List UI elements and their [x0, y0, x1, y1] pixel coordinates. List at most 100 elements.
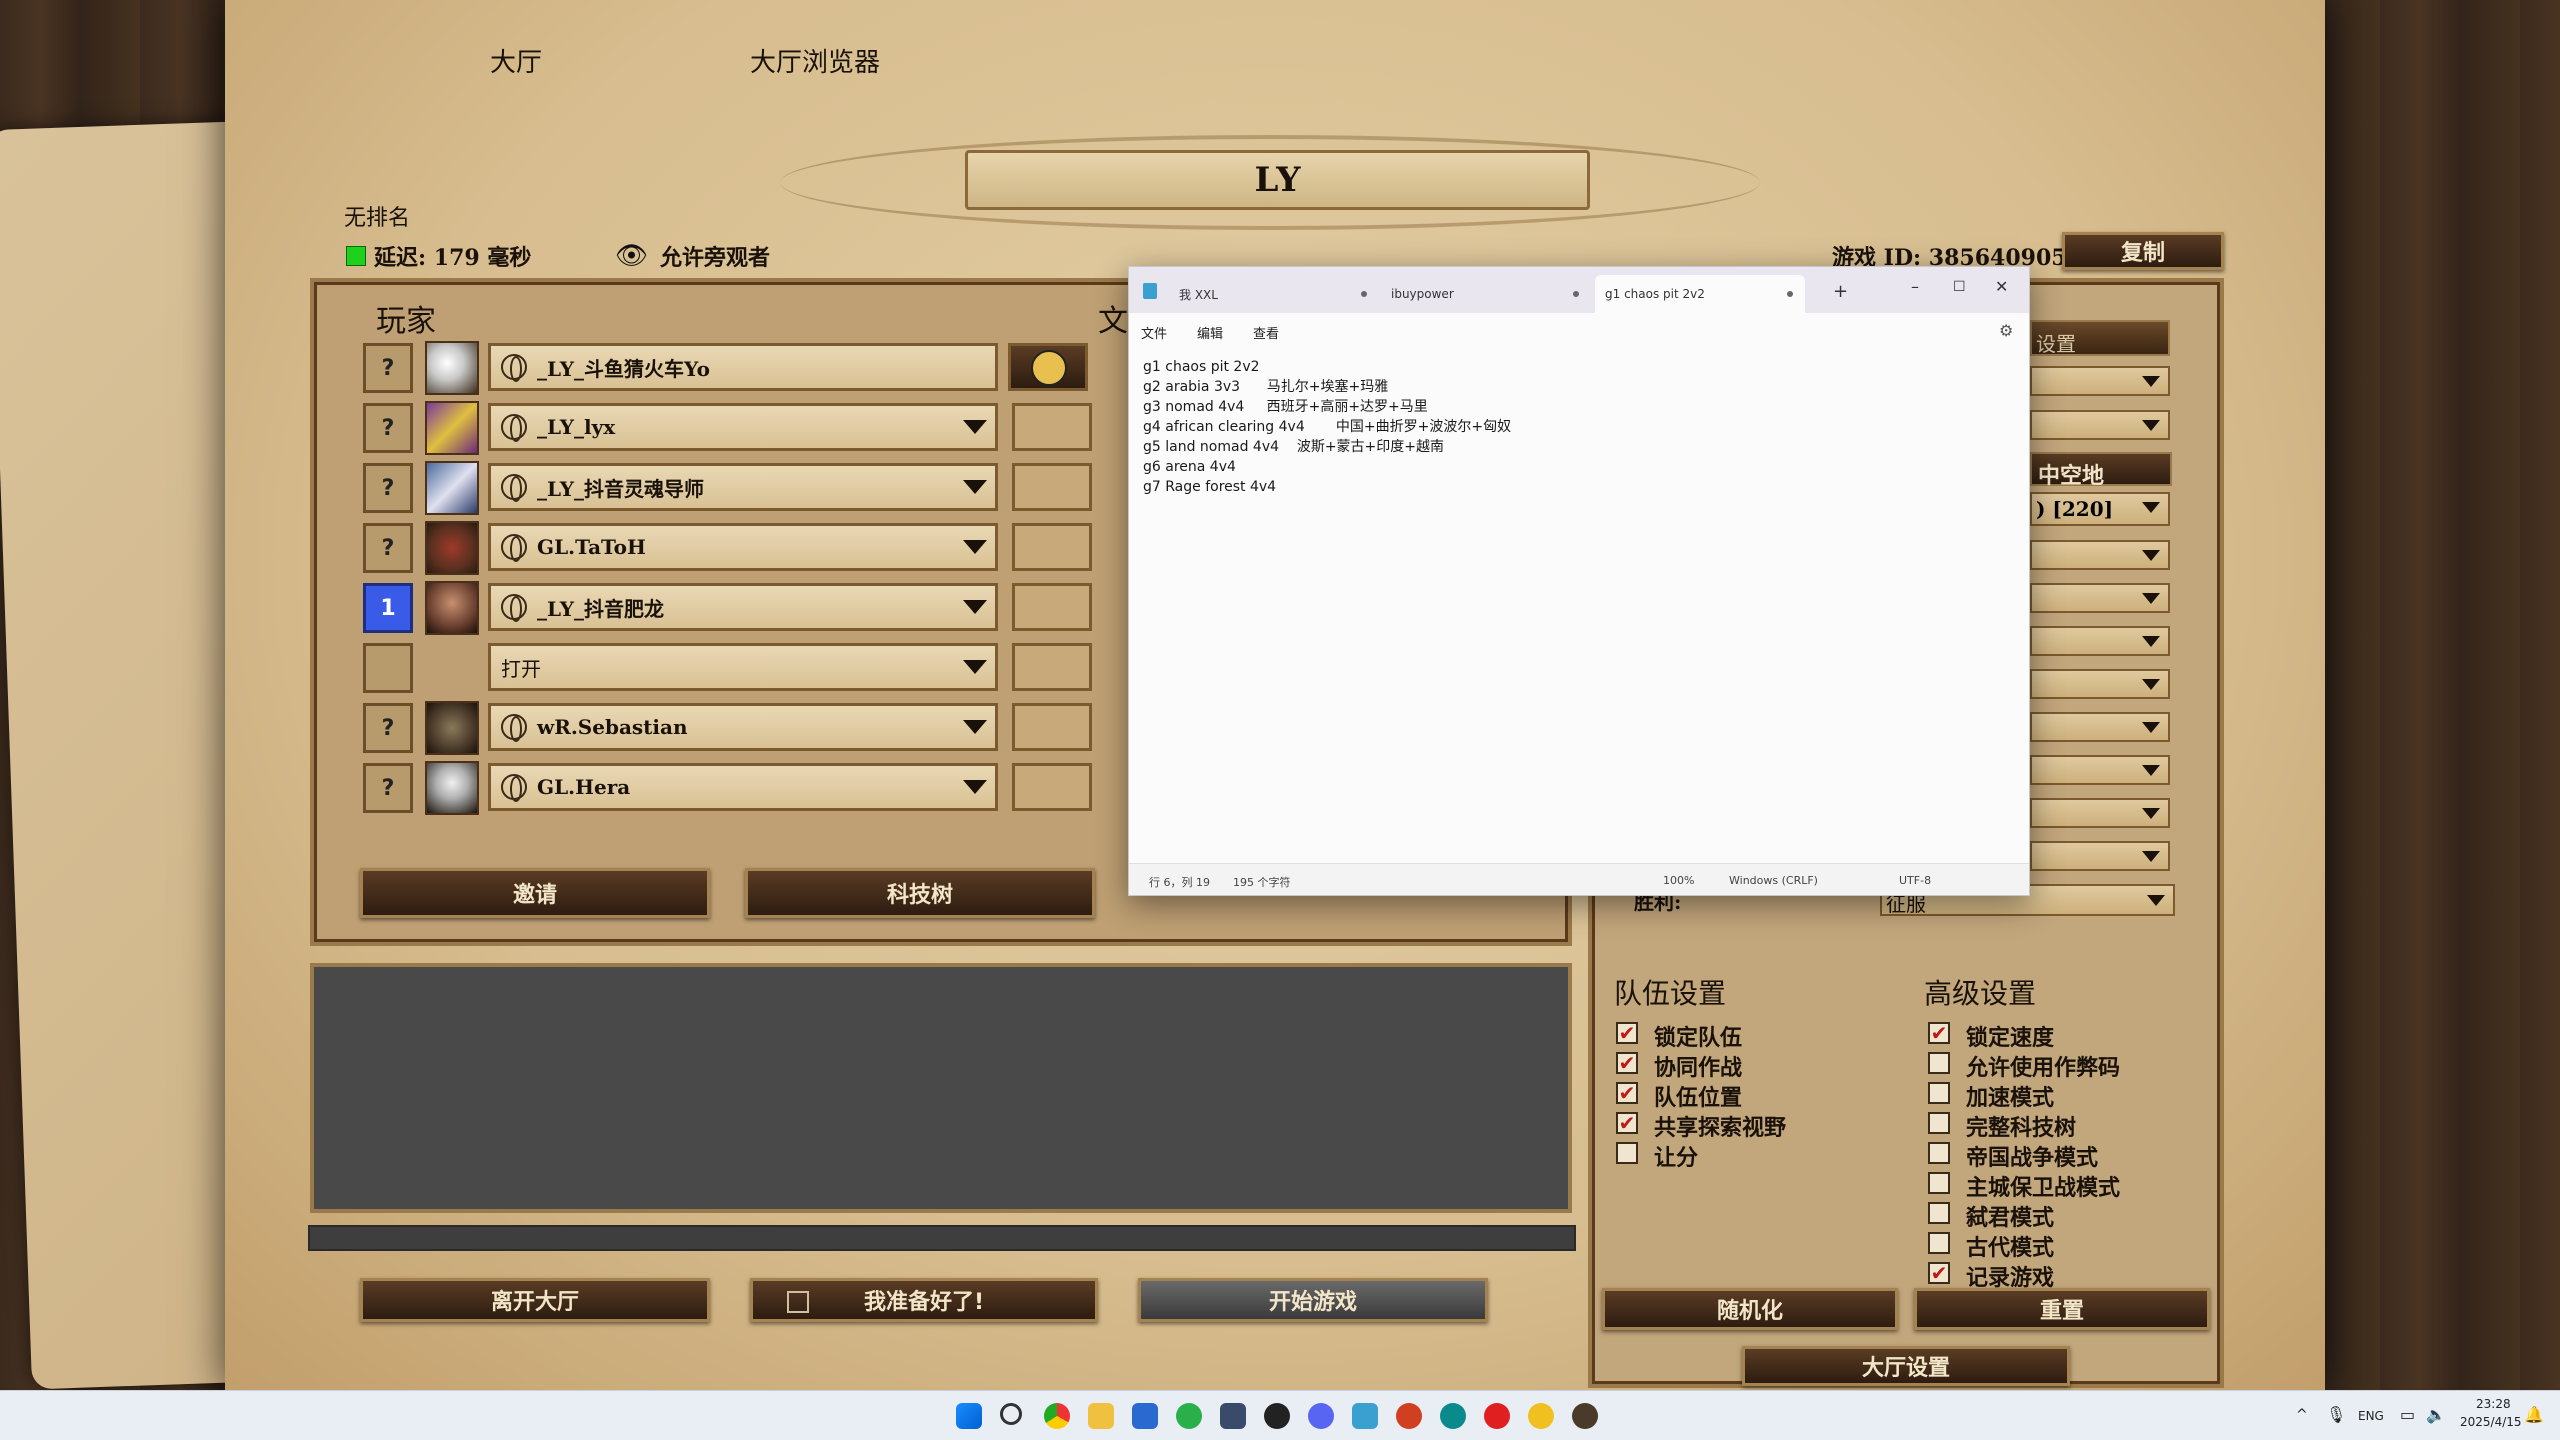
gear-icon[interactable]: ⚙ — [1999, 321, 2013, 340]
player-slot-3[interactable]: ? — [363, 463, 413, 513]
settings-dropdown-2[interactable] — [2030, 410, 2170, 440]
spectators-row[interactable]: 👁 允许旁观者 — [615, 240, 770, 272]
player-slot-7[interactable]: ? — [363, 703, 413, 753]
wechat-icon[interactable] — [1176, 1403, 1202, 1429]
volume-icon[interactable]: 🔈 — [2426, 1405, 2446, 1424]
settings-dropdown-10[interactable] — [2030, 841, 2170, 871]
player-civ-7[interactable] — [1012, 703, 1092, 751]
menu-edit[interactable]: 编辑 — [1197, 323, 1223, 342]
clock-date[interactable]: 2025/4/15 — [2460, 1415, 2522, 1429]
player-civ-3[interactable] — [1012, 463, 1092, 511]
checkbox-shared-exploration[interactable]: ✔ — [1616, 1112, 1638, 1134]
chevron-down-icon[interactable] — [963, 720, 987, 734]
reset-button[interactable]: 重置 — [1914, 1288, 2210, 1330]
player-civ-4[interactable] — [1012, 523, 1092, 571]
player-name-2[interactable]: _LY_lyx — [488, 403, 998, 451]
player-name-7[interactable]: wR.Sebastian — [488, 703, 998, 751]
checkbox-lock-teams[interactable]: ✔ — [1616, 1022, 1638, 1044]
chevron-down-icon[interactable] — [963, 480, 987, 494]
checkbox-antiquity[interactable] — [1928, 1232, 1950, 1254]
chevron-down-icon[interactable] — [963, 420, 987, 434]
checkbox-handicap[interactable] — [1616, 1142, 1638, 1164]
checkbox-lock-speed[interactable]: ✔ — [1928, 1022, 1950, 1044]
chevron-up-icon[interactable]: ^ — [2296, 1407, 2308, 1423]
file-explorer-icon[interactable] — [1088, 1403, 1114, 1429]
language-indicator[interactable]: ENG — [2358, 1409, 2384, 1423]
player-slot-2[interactable]: ? — [363, 403, 413, 453]
player-name-4[interactable]: GL.TaToH — [488, 523, 998, 571]
new-tab-icon[interactable]: + — [1833, 281, 1848, 302]
settings-dropdown-8[interactable] — [2030, 755, 2170, 785]
randomize-button[interactable]: 随机化 — [1602, 1288, 1898, 1330]
photos-icon[interactable] — [1132, 1403, 1158, 1429]
notepad-text-area[interactable]: g1 chaos pit 2v2 g2 arabia 3v3 马扎尔+埃塞+玛雅 g… — [1143, 357, 1511, 497]
search-icon[interactable] — [1000, 1403, 1022, 1425]
app-icon[interactable] — [1440, 1403, 1466, 1429]
chevron-down-icon[interactable] — [2142, 851, 2160, 862]
player-slot-1[interactable]: ? — [363, 343, 413, 393]
chevron-down-icon[interactable] — [2142, 550, 2160, 561]
maximize-icon[interactable]: ☐ — [1953, 279, 1966, 295]
microphone-icon[interactable]: 🎙 — [2326, 1405, 2346, 1424]
chrome-icon[interactable] — [1044, 1403, 1070, 1429]
settings-dropdown-1[interactable] — [2030, 366, 2170, 396]
chevron-down-icon[interactable] — [2142, 679, 2160, 690]
player-name-8[interactable]: GL.Hera — [488, 763, 998, 811]
checkbox-sudden-death[interactable] — [1928, 1172, 1950, 1194]
start-game-button[interactable]: 开始游戏 — [1138, 1278, 1488, 1322]
chevron-down-icon[interactable] — [2142, 765, 2160, 776]
notepad-icon[interactable] — [1352, 1403, 1378, 1429]
copy-button[interactable]: 复制 — [2062, 232, 2224, 270]
player-slot-8[interactable]: ? — [363, 763, 413, 813]
player-civ-1[interactable] — [1008, 343, 1088, 391]
player-name-3[interactable]: _LY_抖音灵魂导师 — [488, 463, 998, 511]
checkbox-team-together[interactable]: ✔ — [1616, 1052, 1638, 1074]
tab-lobby[interactable]: 大厅 — [490, 42, 542, 79]
chevron-down-icon[interactable] — [2142, 722, 2160, 733]
tab-lobby-browser[interactable]: 大厅浏览器 — [750, 42, 880, 79]
ready-button[interactable]: 我准备好了! — [750, 1278, 1098, 1322]
checkbox-full-tech-tree[interactable] — [1928, 1112, 1950, 1134]
chat-area[interactable] — [310, 963, 1572, 1213]
notepad-tab-1[interactable]: 我 XXL — [1169, 275, 1379, 313]
minimize-icon[interactable]: – — [1911, 277, 1919, 296]
aoe-icon[interactable] — [1572, 1403, 1598, 1429]
chevron-down-icon[interactable] — [2142, 420, 2160, 431]
chevron-down-icon[interactable] — [963, 540, 987, 554]
invite-button[interactable]: 邀请 — [360, 868, 710, 918]
notepad-tab-3[interactable]: g1 chaos pit 2v2 — [1595, 275, 1805, 313]
windows-start-icon[interactable] — [956, 1403, 982, 1429]
line-ending[interactable]: Windows (CRLF) — [1729, 874, 1818, 887]
checkbox-allow-cheats[interactable] — [1928, 1052, 1950, 1074]
settings-dropdown-4[interactable] — [2030, 583, 2170, 613]
checkbox-record-game[interactable]: ✔ — [1928, 1262, 1950, 1284]
player-civ-2[interactable] — [1012, 403, 1092, 451]
settings-dropdown-6[interactable] — [2030, 669, 2170, 699]
checkbox-turbo-mode[interactable] — [1928, 1082, 1950, 1104]
chevron-down-icon[interactable] — [2142, 376, 2160, 387]
settings-header-partial[interactable]: 设置 — [2030, 320, 2170, 356]
settings-dropdown-5[interactable] — [2030, 626, 2170, 656]
discord-icon[interactable] — [1308, 1403, 1334, 1429]
ready-checkbox[interactable] — [787, 1291, 809, 1313]
checkbox-regicide[interactable] — [1928, 1202, 1950, 1224]
player-slot-4[interactable]: ? — [363, 523, 413, 573]
player-civ-5[interactable] — [1012, 583, 1092, 631]
chevron-down-icon[interactable] — [2142, 636, 2160, 647]
player-civ-8[interactable] — [1012, 763, 1092, 811]
app-icon[interactable] — [1220, 1403, 1246, 1429]
app-icon[interactable] — [1396, 1403, 1422, 1429]
settings-dropdown-3[interactable] — [2030, 540, 2170, 570]
settings-dropdown-9[interactable] — [2030, 798, 2170, 828]
close-icon[interactable]: ✕ — [1995, 277, 2008, 296]
settings-dropdown-7[interactable] — [2030, 712, 2170, 742]
player-slot-6[interactable] — [363, 643, 413, 693]
game-app-icon[interactable] — [1528, 1403, 1554, 1429]
map-button-partial[interactable]: 中空地 — [2030, 452, 2172, 489]
chevron-down-icon[interactable] — [2147, 895, 2165, 906]
player-civ-6[interactable] — [1012, 643, 1092, 691]
lobby-settings-button[interactable]: 大厅设置 — [1742, 1346, 2070, 1386]
notepad-tab-2[interactable]: ibuypower — [1381, 275, 1591, 313]
qq-icon[interactable] — [1264, 1403, 1290, 1429]
checkbox-empire-wars[interactable] — [1928, 1142, 1950, 1164]
